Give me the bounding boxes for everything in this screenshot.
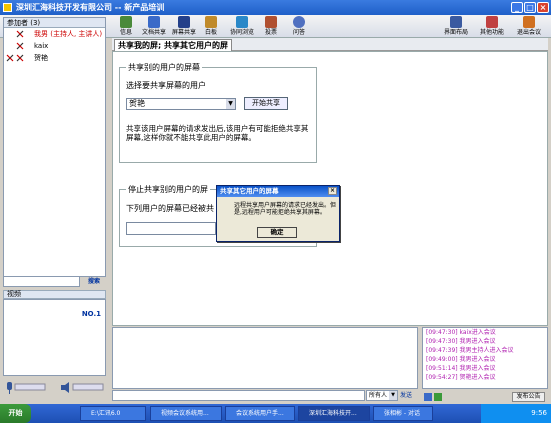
participant-row[interactable]: 贺艳 [4,52,105,64]
info-icon [120,16,132,28]
start-button[interactable]: 开始 [0,404,31,423]
participant-row[interactable]: 我男 (主持人, 主讲人) [4,28,105,40]
dialog-title-bar[interactable]: 共享其它用户的屏幕 × [217,186,339,197]
question-icon [293,16,305,28]
stop-share-title: 停止共享别的用户的屏 [126,184,210,195]
shared-users-prompt: 下列用户的屏幕已经被共 [126,204,214,213]
event-log: [09:47:30] kaix进入会议 [09:47:30] 我男进入会议 [0… [422,327,548,389]
layout-tool-button[interactable]: 界面布局 [443,16,469,36]
share-others-title: 共享别的用户的屏幕 [126,62,202,73]
system-tray: 9:56 [481,404,551,423]
search-button[interactable]: 搜索 [82,276,106,287]
other-tool-button[interactable]: 其他功能 [478,16,506,36]
taskbar: 开始 E:\汇讯6.0 视频会议系统用... 会议系统用户手... 深圳汇海科技… [0,404,551,423]
video-header: 视频 [3,290,106,299]
video-panel: NO.1 [3,299,106,376]
screen-share-tool-button[interactable]: 屏幕共享 [170,16,198,36]
tab-share-screen[interactable]: 共享我的屏; 共享其它用户的屏 [114,39,232,51]
participant-name: kaix [34,42,49,50]
taskbar-item[interactable]: E:\汇讯6.0 [80,406,146,421]
microphone-icon[interactable] [7,382,12,394]
chevron-down-icon[interactable]: ▼ [389,391,397,400]
vote-icon [265,16,277,28]
log-line: [09:49:00] 我男进入会议 [426,356,496,363]
exit-meeting-button[interactable]: 退出会议 [515,16,543,36]
audio-controls [3,379,106,397]
cobrowse-tool-button[interactable]: 协同浏览 [227,16,257,36]
close-button[interactable]: × [537,2,549,13]
start-share-button[interactable]: 开始共享 [244,97,288,110]
whiteboard-icon [205,16,217,28]
person-icon [16,30,24,38]
selected-user: 贺艳 [129,99,145,108]
maximize-button[interactable]: □ [524,2,536,13]
recipient-select[interactable]: 所有人 ▼ [366,390,398,401]
info-tool-button[interactable]: 信息 [118,16,134,36]
search-bar: 搜索 [3,276,106,287]
doc-share-tool-button[interactable]: 文档共享 [140,16,168,36]
log-line: [09:54:27] 贺艳进入会议 [426,374,496,381]
participant-row[interactable]: kaix [4,40,105,52]
participants-panel: 参加者 (3) 我男 (主持人, 主讲人) kaix 贺艳 [3,17,106,277]
taskbar-item[interactable]: 深圳汇海科技开... [298,406,370,421]
log-line: [09:51:14] 我男进入会议 [426,365,496,372]
window-title: 深圳汇海科技开发有限公司 -- 新产品培训 [16,3,165,12]
screen-icon [178,16,190,28]
qa-tool-button[interactable]: 问答 [291,16,307,36]
dialog-message: 远程共享用户屏幕的请求已经发出。但是,远程用户可能拒绝共享其屏幕。 [234,202,337,216]
mic-volume-slider[interactable] [14,383,46,391]
log-line: [09:47:39] 我男主持人进入会议 [426,347,514,354]
recipient-value: 所有人 [369,392,388,399]
share-note: 共享该用户屏幕的请求发出后,该用户有可能拒绝共享其屏幕,这样你就不能共享此用户的… [126,124,309,142]
participant-name: 贺艳 [34,54,48,62]
share-others-groupbox: 共享别的用户的屏幕 选择要共享屏幕的用户 贺艳 ▼ 开始共享 共享该用户屏幕的请… [119,62,317,163]
chat-history[interactable] [112,327,418,389]
send-button[interactable]: 发送 [400,390,418,401]
taskbar-item[interactable]: 会议系统用户手... [225,406,295,421]
share-tabstrip: 共享我的屏; 共享其它用户的屏 [112,38,548,51]
taskbar-item[interactable]: 视频会议系统用... [150,406,222,421]
log-line: [09:47:30] 我男进入会议 [426,338,496,345]
taskbar-item[interactable]: 张相彬 - 对话 [373,406,433,421]
chevron-down-icon[interactable]: ▼ [226,99,235,109]
user-select[interactable]: 贺艳 ▼ [126,98,236,110]
window-title-bar[interactable]: 深圳汇海科技开发有限公司 -- 新产品培训 _ □ × [0,0,551,15]
select-user-prompt: 选择要共享屏幕的用户 [126,81,206,90]
clock: 9:56 [531,409,547,417]
whiteboard-tool-button[interactable]: 白板 [203,16,219,36]
speaker-volume-slider[interactable] [72,383,104,391]
person-icon [16,54,24,62]
dialog-close-icon[interactable]: × [328,187,337,195]
participant-name: 我男 (主持人, 主讲人) [34,30,103,38]
share-request-dialog: 共享其它用户的屏幕 × 远程共享用户屏幕的请求已经发出。但是,远程用户可能拒绝共… [216,185,340,242]
video-slot-label: NO.1 [81,310,101,318]
participants-header: 参加者 (3) [4,18,105,28]
exit-icon [523,16,535,28]
browser-icon [236,16,248,28]
log-line: [09:47:30] kaix进入会议 [426,329,496,336]
minimize-button[interactable]: _ [511,2,523,13]
speaker-icon[interactable] [61,382,69,393]
document-icon [148,16,160,28]
shared-users-list[interactable] [126,222,216,235]
person-icon [16,42,24,50]
vote-tool-button[interactable]: 投票 [263,16,279,36]
person-icon [6,54,14,62]
publish-notice-button[interactable]: 发布公告 [512,392,545,402]
dialog-title: 共享其它用户的屏幕 [220,187,279,195]
chat-input[interactable] [112,390,365,401]
search-input[interactable] [3,276,80,287]
app-icon [3,3,12,12]
log-scroll-icon[interactable] [424,393,432,401]
layout-icon [450,16,462,28]
tools-icon [486,16,498,28]
dialog-ok-button[interactable]: 确定 [257,227,297,238]
log-clear-icon[interactable] [434,393,442,401]
